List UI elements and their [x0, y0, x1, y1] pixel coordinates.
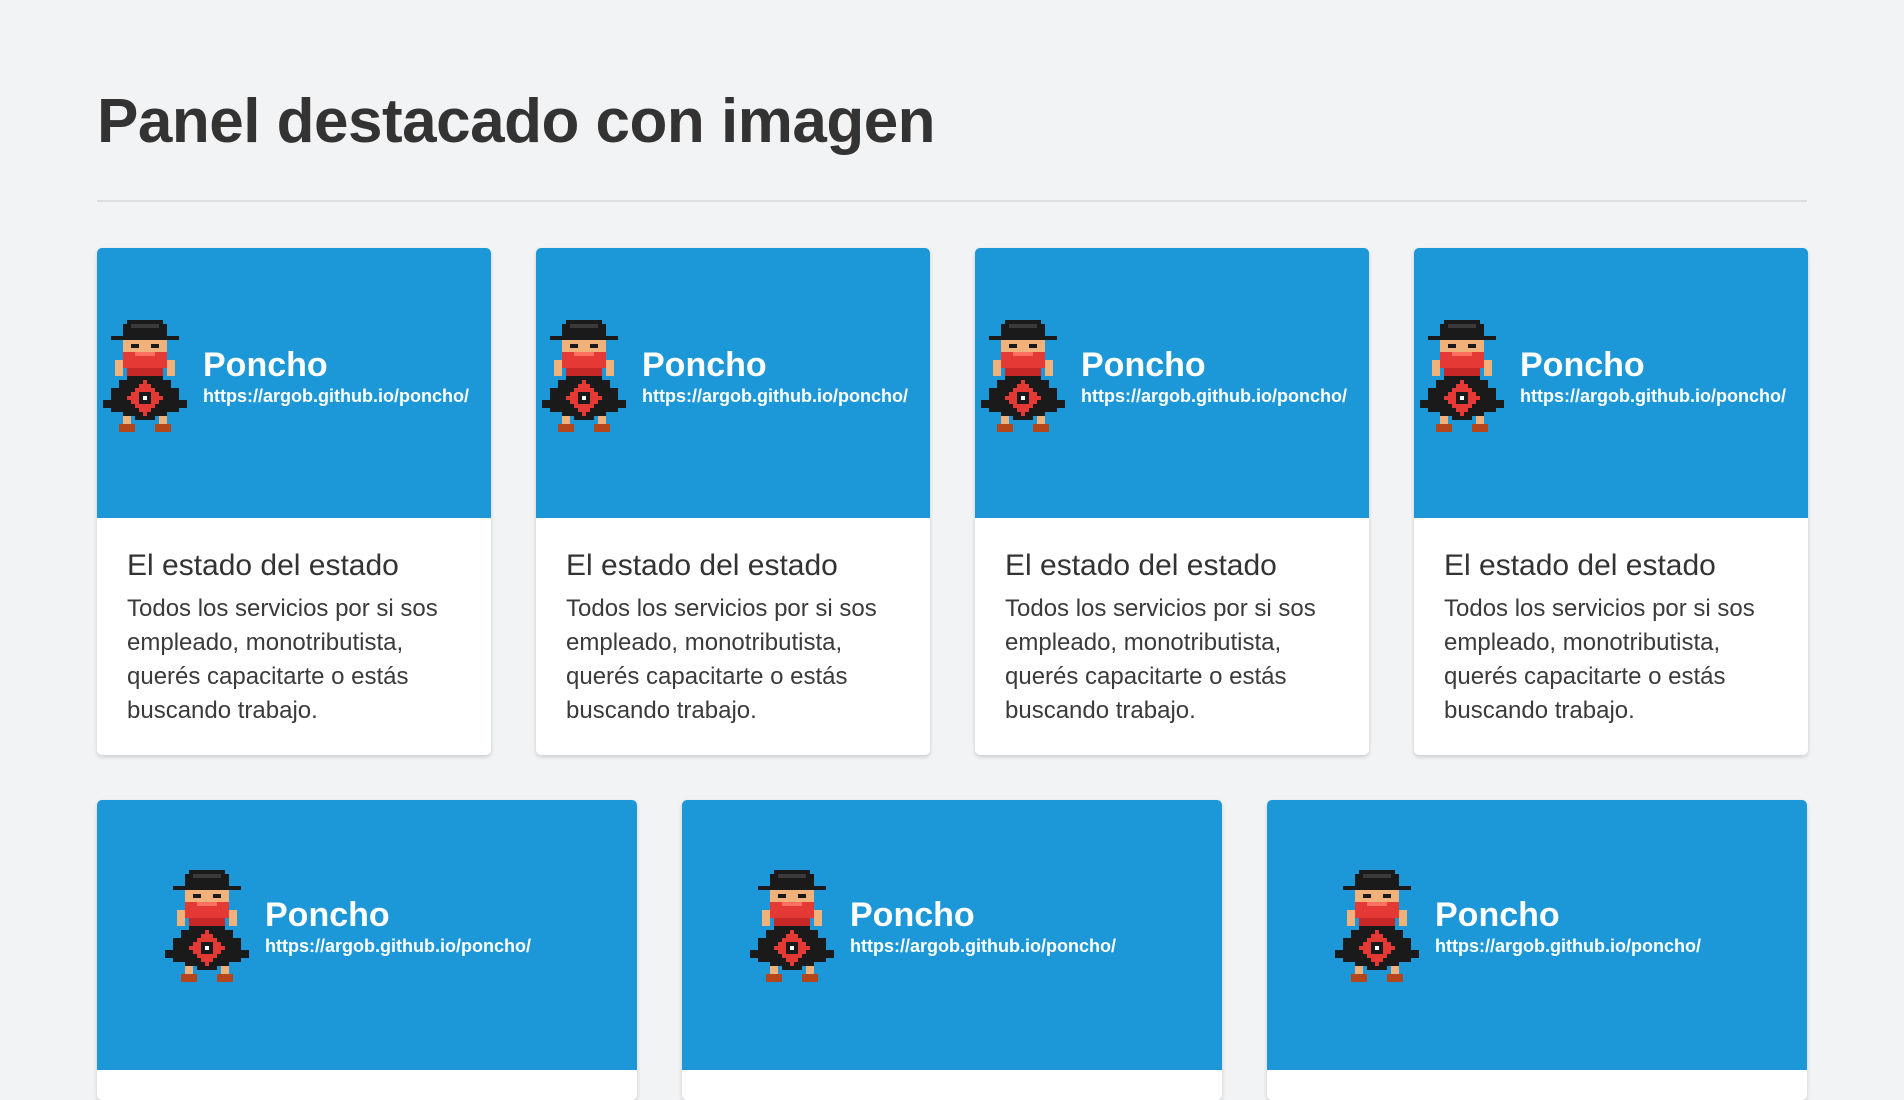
brand-name: Poncho [203, 346, 328, 384]
poncho-mascot-icon [1420, 320, 1504, 432]
poncho-mascot-icon [103, 320, 187, 432]
brand-url: https://argob.github.io/poncho/ [1435, 936, 1701, 956]
brand-name: Poncho [265, 896, 390, 934]
divider [97, 200, 1807, 202]
brand-name: Poncho [1520, 346, 1645, 384]
card-body: El estado del estado Todos los servicios… [975, 518, 1369, 728]
brand: Poncho https://argob.github.io/poncho/ [1335, 870, 1701, 982]
card-title: El estado del estado [1444, 549, 1716, 582]
card-text: Todos los servicios por si sos empleado,… [127, 595, 438, 724]
brand-url: https://argob.github.io/poncho/ [642, 386, 908, 406]
page: Panel destacado con imagen Poncho https:… [0, 0, 1904, 1100]
brand-url: https://argob.github.io/poncho/ [203, 386, 469, 406]
card-text: Todos los servicios por si sos empleado,… [566, 595, 877, 724]
card-banner: Poncho https://argob.github.io/poncho/ [1267, 800, 1807, 1070]
card-body: El estado del estado Todos los servicios… [536, 518, 930, 728]
poncho-mascot-icon [542, 320, 626, 432]
card-banner: Poncho https://argob.github.io/poncho/ [536, 248, 930, 518]
brand-name: Poncho [1081, 346, 1206, 384]
card-title: El estado del estado [1005, 549, 1277, 582]
featured-card[interactable]: Poncho https://argob.github.io/poncho/ E… [97, 248, 491, 755]
card-banner: Poncho https://argob.github.io/poncho/ [97, 800, 637, 1070]
brand-url: https://argob.github.io/poncho/ [850, 936, 1116, 956]
brand-name: Poncho [1435, 896, 1560, 934]
card-text: Todos los servicios por si sos empleado,… [1005, 595, 1316, 724]
featured-card-wide[interactable]: Poncho https://argob.github.io/poncho/ [682, 800, 1222, 1100]
featured-card-wide[interactable]: Poncho https://argob.github.io/poncho/ [1267, 800, 1807, 1100]
poncho-mascot-icon [1335, 870, 1419, 982]
card-banner: Poncho https://argob.github.io/poncho/ [975, 248, 1369, 518]
featured-card[interactable]: Poncho https://argob.github.io/poncho/ E… [1414, 248, 1808, 755]
cards-row-1: Poncho https://argob.github.io/poncho/ E… [97, 248, 1808, 755]
brand: Poncho https://argob.github.io/poncho/ [1420, 320, 1786, 432]
card-body: El estado del estado Todos los servicios… [97, 518, 491, 728]
card-banner: Poncho https://argob.github.io/poncho/ [682, 800, 1222, 1070]
brand: Poncho https://argob.github.io/poncho/ [542, 320, 908, 432]
cards-row-2: Poncho https://argob.github.io/poncho/ P… [97, 800, 1807, 1100]
page-title: Panel destacado con imagen [97, 87, 936, 156]
brand: Poncho https://argob.github.io/poncho/ [750, 870, 1116, 982]
card-title: El estado del estado [566, 549, 838, 582]
brand-url: https://argob.github.io/poncho/ [1520, 386, 1786, 406]
brand: Poncho https://argob.github.io/poncho/ [103, 320, 469, 432]
poncho-mascot-icon [750, 870, 834, 982]
brand: Poncho https://argob.github.io/poncho/ [981, 320, 1347, 432]
card-text: Todos los servicios por si sos empleado,… [1444, 595, 1755, 724]
card-banner: Poncho https://argob.github.io/poncho/ [1414, 248, 1808, 518]
brand: Poncho https://argob.github.io/poncho/ [165, 870, 531, 982]
card-title: El estado del estado [127, 549, 399, 582]
featured-card[interactable]: Poncho https://argob.github.io/poncho/ E… [536, 248, 930, 755]
brand-name: Poncho [642, 346, 767, 384]
card-body: El estado del estado Todos los servicios… [1414, 518, 1808, 728]
poncho-mascot-icon [165, 870, 249, 982]
card-banner: Poncho https://argob.github.io/poncho/ [97, 248, 491, 518]
featured-card[interactable]: Poncho https://argob.github.io/poncho/ E… [975, 248, 1369, 755]
brand-url: https://argob.github.io/poncho/ [265, 936, 531, 956]
featured-card-wide[interactable]: Poncho https://argob.github.io/poncho/ [97, 800, 637, 1100]
brand-name: Poncho [850, 896, 975, 934]
poncho-mascot-icon [981, 320, 1065, 432]
brand-url: https://argob.github.io/poncho/ [1081, 386, 1347, 406]
